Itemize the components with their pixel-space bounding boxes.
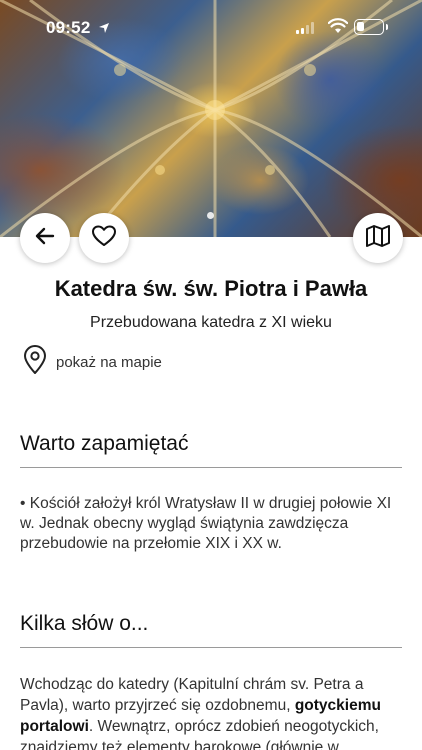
section-divider [20, 467, 402, 468]
section-title-remember: Warto zapamiętać [20, 432, 189, 455]
heart-icon [91, 224, 117, 253]
battery-icon [354, 19, 388, 35]
about-text: Wchodząc do katedry (Kapitulní chrám sv.… [20, 674, 402, 750]
carousel-indicator [207, 212, 214, 219]
section-divider [20, 647, 402, 648]
show-on-map-link[interactable]: pokaż na mapie [22, 344, 162, 380]
show-on-map-label: pokaż na mapie [56, 353, 162, 371]
page-subtitle: Przebudowana katedra z XI wieku [90, 314, 332, 331]
remember-bullet: • Kościół założył król Wratysław II w dr… [20, 495, 392, 552]
page-title: Katedra św. św. Piotra i Pawła [54, 276, 368, 301]
map-button[interactable] [353, 213, 403, 263]
wifi-icon [327, 18, 349, 39]
back-button[interactable] [20, 213, 70, 263]
status-bar: 09:52 [0, 0, 422, 54]
status-time: 09:52 [46, 18, 91, 37]
section-title-about: Kilka słów o... [20, 612, 149, 635]
cellular-signal-icon [296, 21, 316, 39]
location-arrow-icon [98, 21, 110, 39]
location-pin-icon [22, 344, 48, 380]
arrow-left-icon [33, 224, 57, 253]
map-icon [365, 224, 391, 253]
hero-image: 09:52 [0, 0, 422, 237]
favorite-button[interactable] [79, 213, 129, 263]
